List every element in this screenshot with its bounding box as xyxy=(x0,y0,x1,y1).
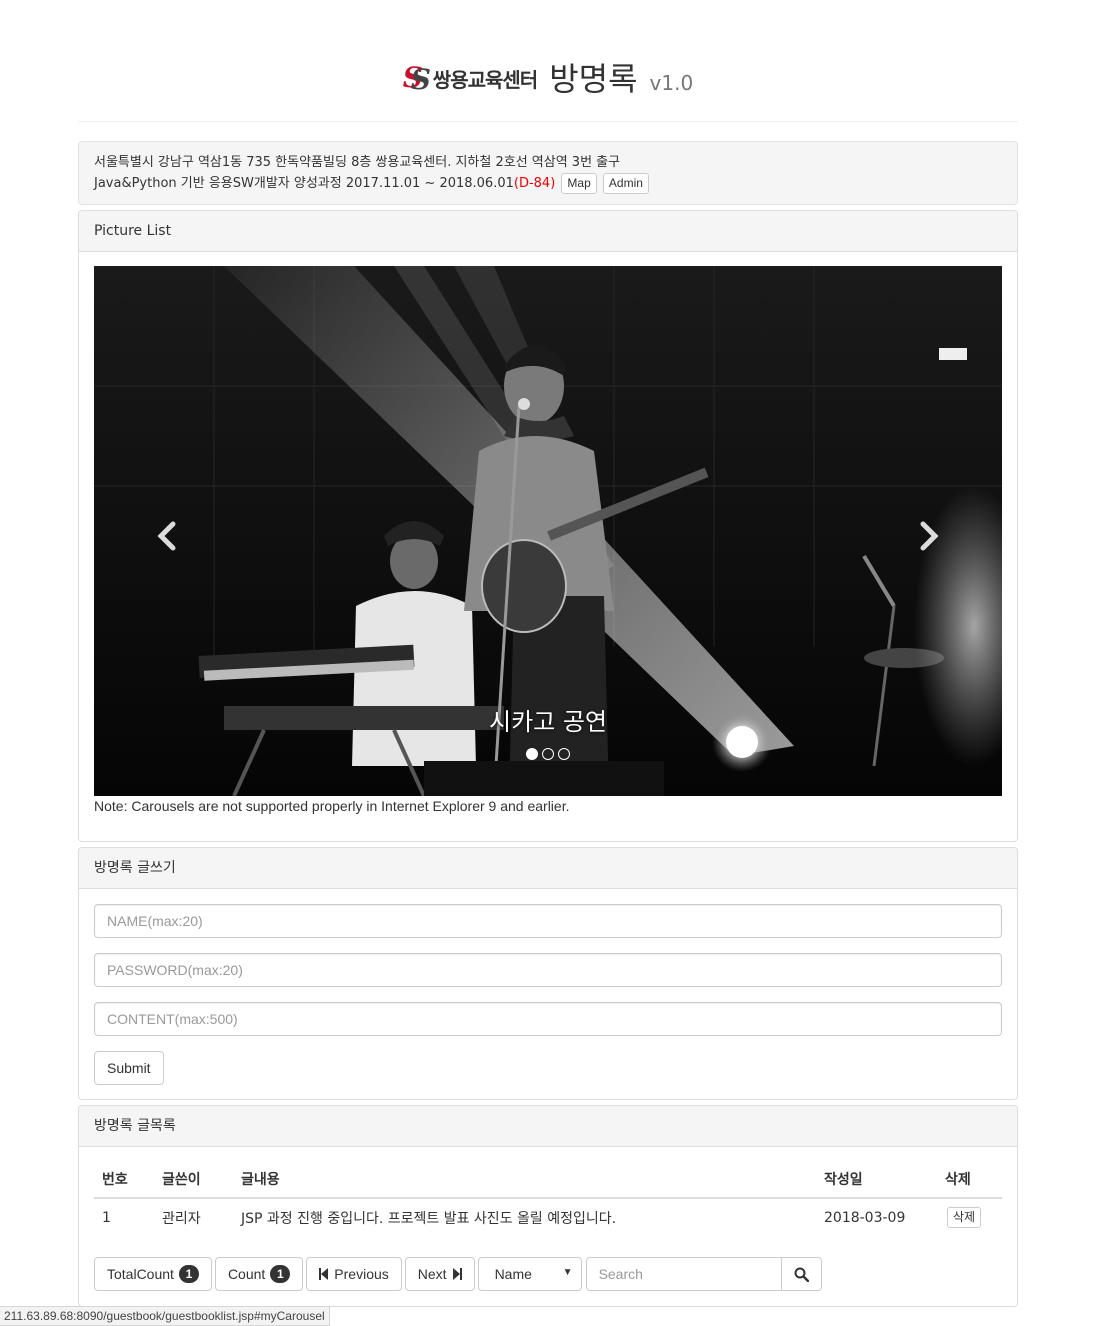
row-no: 1 xyxy=(102,1209,111,1226)
write-panel: 방명록 글쓰기 Submit xyxy=(78,847,1018,1100)
browser-status-bar: 211.63.89.68:8090/guestbook/guestbooklis… xyxy=(0,1306,330,1326)
info-well: 서울특별시 강남구 역삼1동 735 한독약품빌딩 8층 쌍용교육센터. 지하철… xyxy=(78,141,1018,205)
delete-button[interactable]: 삭제 xyxy=(947,1207,982,1228)
row-date: 2018-03-09 xyxy=(824,1209,906,1226)
count-button[interactable]: Count 1 xyxy=(214,1257,304,1291)
row-delete-cell: 삭제 xyxy=(937,1198,1002,1236)
table-header-row: 번호 글쓴이 글내용 작성일 삭제 xyxy=(94,1161,1002,1199)
indicator-dot-3[interactable] xyxy=(558,748,570,760)
address-line: 서울특별시 강남구 역삼1동 735 한독약품빌딩 8층 쌍용교육센터. 지하철… xyxy=(94,155,621,170)
search-button[interactable] xyxy=(781,1257,822,1291)
name-input[interactable] xyxy=(94,904,1002,938)
photo-carousel[interactable]: 시카고 공연 xyxy=(94,266,1002,796)
total-count-badge: 1 xyxy=(178,1265,199,1283)
list-toolbar: TotalCount 1 Count 1 Previous Next Name … xyxy=(94,1257,822,1291)
picture-list-panel: Picture List 시카고 공연 Note: Carousels are … xyxy=(78,210,1018,842)
admin-button[interactable]: Admin xyxy=(602,173,649,194)
course-text: Java&Python 기반 응용SW개발자 양성과정 2017.11.01 ~… xyxy=(94,176,514,191)
carousel-caption: 시카고 공연 xyxy=(488,708,608,736)
course-line: Java&Python 기반 응용SW개발자 양성과정 2017.11.01 ~… xyxy=(94,173,1002,194)
step-forward-icon xyxy=(452,1268,462,1280)
column-header-writer: 글쓴이 xyxy=(154,1161,233,1199)
ssangyong-logo: SS 쌍용교육센터 xyxy=(402,61,538,96)
next-button[interactable]: Next xyxy=(404,1257,475,1291)
list-panel: 방명록 글목록 번호 글쓴이 글내용 작성일 삭제 1 관리자 JSP 과정 진… xyxy=(78,1105,1018,1307)
count-badge: 1 xyxy=(270,1265,291,1283)
search-group xyxy=(585,1257,822,1291)
previous-label: Previous xyxy=(334,1266,389,1282)
search-input[interactable] xyxy=(585,1257,782,1291)
guestbook-table: 번호 글쓴이 글내용 작성일 삭제 1 관리자 JSP 과정 진행 중입니다. … xyxy=(94,1161,1002,1236)
step-backward-icon xyxy=(319,1268,329,1280)
search-icon xyxy=(794,1267,809,1282)
column-header-no: 번호 xyxy=(94,1161,154,1199)
logo-text: 쌍용교육센터 xyxy=(432,67,538,92)
indicator-dot-1[interactable] xyxy=(526,748,538,760)
total-count-label: TotalCount xyxy=(107,1266,174,1282)
column-header-date: 작성일 xyxy=(816,1161,937,1199)
dday-label: (D-84) xyxy=(513,176,556,191)
page-title: 방명록 xyxy=(549,60,638,98)
version-label: v1.0 xyxy=(649,71,694,95)
chevron-left-icon xyxy=(157,521,176,551)
page-header: SS 쌍용교육센터 방명록 v1.0 xyxy=(78,40,1018,122)
carousel-prev-button[interactable] xyxy=(146,516,186,556)
total-count-button[interactable]: TotalCount 1 xyxy=(94,1257,212,1291)
submit-button[interactable]: Submit xyxy=(94,1051,164,1085)
search-key-value: Name xyxy=(494,1266,532,1282)
picture-list-heading: Picture List xyxy=(79,211,1017,252)
carousel-next-button[interactable] xyxy=(910,516,950,556)
list-panel-heading: 방명록 글목록 xyxy=(79,1106,1017,1147)
column-header-delete: 삭제 xyxy=(937,1161,1002,1199)
next-label: Next xyxy=(417,1266,447,1282)
column-header-content: 글내용 xyxy=(233,1161,816,1199)
chevron-right-icon xyxy=(920,521,939,551)
write-panel-heading: 방명록 글쓰기 xyxy=(79,848,1017,889)
carousel-indicators xyxy=(94,748,1002,760)
dropdown-caret-icon: ▼ xyxy=(562,1267,573,1278)
table-row: 1 관리자 JSP 과정 진행 중입니다. 프로젝트 발표 사진도 올릴 예정입… xyxy=(94,1198,1002,1236)
carousel-note: Note: Carousels are not supported proper… xyxy=(94,798,570,814)
previous-button[interactable]: Previous xyxy=(306,1257,402,1291)
indicator-dot-2[interactable] xyxy=(542,748,554,760)
map-button[interactable]: Map xyxy=(561,173,597,194)
logo-mark-icon: SS xyxy=(402,61,432,96)
search-key-select[interactable]: Name ▼ xyxy=(477,1257,582,1291)
password-input[interactable] xyxy=(94,953,1002,987)
content-input[interactable] xyxy=(94,1002,1002,1036)
row-content: JSP 과정 진행 중입니다. 프로젝트 발표 사진도 올릴 예정입니다. xyxy=(241,1210,617,1227)
count-label: Count xyxy=(227,1266,266,1282)
row-writer: 관리자 xyxy=(162,1210,201,1227)
